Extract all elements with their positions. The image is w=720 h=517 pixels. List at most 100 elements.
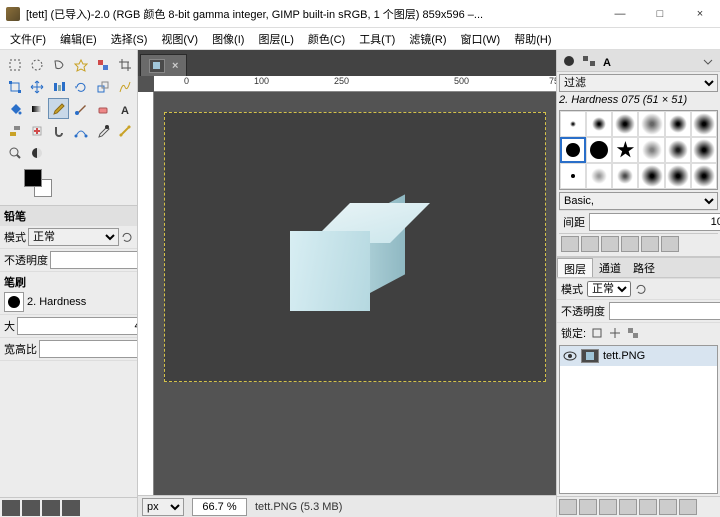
- lock-position-icon[interactable]: [608, 326, 622, 340]
- layer-btn[interactable]: [639, 499, 657, 515]
- brush-cell[interactable]: [665, 111, 691, 137]
- opacity-input[interactable]: [50, 251, 137, 269]
- tab-channels[interactable]: 通道: [593, 258, 627, 277]
- tool-pencil[interactable]: [48, 98, 69, 119]
- lock-pixel-icon[interactable]: [590, 326, 604, 340]
- tool-crop[interactable]: [114, 54, 135, 75]
- layer-item[interactable]: tett.PNG: [560, 346, 717, 366]
- ruler-horizontal[interactable]: 0 100 250 500 750: [154, 76, 556, 92]
- tool-warp[interactable]: [114, 76, 135, 97]
- menu-layer[interactable]: 图层(L): [252, 29, 299, 49]
- tool-move[interactable]: [26, 76, 47, 97]
- tool-free-select[interactable]: [48, 54, 69, 75]
- brush-basic-select[interactable]: Basic,: [559, 192, 718, 210]
- tab-layers[interactable]: 图层: [557, 258, 593, 277]
- opt-btn-4[interactable]: [62, 500, 80, 516]
- brush-cell[interactable]: [612, 111, 638, 137]
- tool-clone[interactable]: [4, 120, 25, 141]
- mode-reset-icon[interactable]: [121, 231, 133, 243]
- brush-btn[interactable]: [561, 236, 579, 252]
- brush-btn[interactable]: [581, 236, 599, 252]
- fonts-dock-icon[interactable]: A: [601, 54, 617, 68]
- tab-close-icon[interactable]: ×: [172, 60, 178, 72]
- menu-image[interactable]: 图像(I): [206, 29, 250, 49]
- size-input[interactable]: [17, 317, 137, 335]
- dock-menu-icon[interactable]: [700, 54, 716, 68]
- lock-alpha-icon[interactable]: [626, 326, 640, 340]
- brush-cell[interactable]: [638, 137, 664, 163]
- menu-filter[interactable]: 滤镜(R): [403, 29, 452, 49]
- unit-select[interactable]: px: [142, 498, 184, 516]
- brush-cell[interactable]: [691, 111, 717, 137]
- tool-ellipse-select[interactable]: [26, 54, 47, 75]
- brush-btn[interactable]: [601, 236, 619, 252]
- brush-cell[interactable]: [586, 163, 612, 189]
- ratio-input[interactable]: [39, 340, 137, 358]
- brush-filter-select[interactable]: 过滤: [559, 74, 718, 92]
- mode-select[interactable]: 正常: [28, 228, 119, 246]
- brush-cell[interactable]: [586, 137, 612, 163]
- layer-btn[interactable]: [659, 499, 677, 515]
- close-button[interactable]: ×: [680, 0, 720, 27]
- menu-file[interactable]: 文件(F): [4, 29, 52, 49]
- brush-cell[interactable]: [612, 137, 638, 163]
- brushes-dock-icon[interactable]: [561, 54, 577, 68]
- tool-heal[interactable]: [26, 120, 47, 141]
- menu-window[interactable]: 窗口(W): [455, 29, 507, 49]
- tool-zoom[interactable]: [4, 142, 25, 163]
- layer-btn[interactable]: [679, 499, 697, 515]
- menu-tool[interactable]: 工具(T): [353, 29, 401, 49]
- brush-cell[interactable]: [560, 111, 586, 137]
- layer-mode-select[interactable]: 正常: [587, 281, 631, 297]
- tool-rotate[interactable]: [70, 76, 91, 97]
- tab-paths[interactable]: 路径: [627, 258, 661, 277]
- tool-scale[interactable]: [92, 76, 113, 97]
- tool-fuzzy-select[interactable]: [70, 54, 91, 75]
- menu-view[interactable]: 视图(V): [155, 29, 204, 49]
- tool-paintbrush[interactable]: [70, 98, 91, 119]
- brush-cell[interactable]: [665, 163, 691, 189]
- brush-cell[interactable]: [612, 163, 638, 189]
- mode-reset-icon[interactable]: [635, 283, 647, 295]
- brush-cell[interactable]: [560, 163, 586, 189]
- tool-text[interactable]: A: [114, 98, 135, 119]
- tool-path[interactable]: [70, 120, 91, 141]
- maximize-button[interactable]: □: [640, 0, 680, 27]
- layer-btn[interactable]: [579, 499, 597, 515]
- tool-dodge[interactable]: [26, 142, 47, 163]
- menu-color[interactable]: 颜色(C): [302, 29, 351, 49]
- menu-edit[interactable]: 编辑(E): [54, 29, 103, 49]
- brush-cell[interactable]: [691, 163, 717, 189]
- zoom-input[interactable]: [192, 498, 247, 516]
- tool-eraser[interactable]: [92, 98, 113, 119]
- tool-rect-select[interactable]: [4, 54, 25, 75]
- fg-color[interactable]: [24, 169, 42, 187]
- brush-cell[interactable]: [665, 137, 691, 163]
- layer-btn[interactable]: [599, 499, 617, 515]
- brush-btn[interactable]: [621, 236, 639, 252]
- brush-cell[interactable]: [586, 111, 612, 137]
- tool-measure[interactable]: [114, 120, 135, 141]
- layer-btn[interactable]: [559, 499, 577, 515]
- menu-help[interactable]: 帮助(H): [508, 29, 557, 49]
- tool-smudge[interactable]: [48, 120, 69, 141]
- tool-color-picker[interactable]: [92, 120, 113, 141]
- canvas-area[interactable]: [154, 92, 556, 495]
- opt-btn-1[interactable]: [2, 500, 20, 516]
- brush-btn[interactable]: [661, 236, 679, 252]
- brush-cell[interactable]: [691, 137, 717, 163]
- ruler-vertical[interactable]: [138, 92, 154, 495]
- visibility-icon[interactable]: [563, 351, 577, 361]
- canvas[interactable]: [164, 112, 546, 382]
- patterns-dock-icon[interactable]: [581, 54, 597, 68]
- opt-btn-2[interactable]: [22, 500, 40, 516]
- tool-align[interactable]: [48, 76, 69, 97]
- minimize-button[interactable]: —: [600, 0, 640, 27]
- image-tab[interactable]: ×: [140, 54, 187, 76]
- menu-select[interactable]: 选择(S): [105, 29, 154, 49]
- tool-bucket[interactable]: [4, 98, 25, 119]
- brush-btn[interactable]: [641, 236, 659, 252]
- layer-opacity-input[interactable]: [609, 302, 720, 320]
- brush-cell[interactable]: [638, 163, 664, 189]
- brush-preview[interactable]: [4, 292, 24, 312]
